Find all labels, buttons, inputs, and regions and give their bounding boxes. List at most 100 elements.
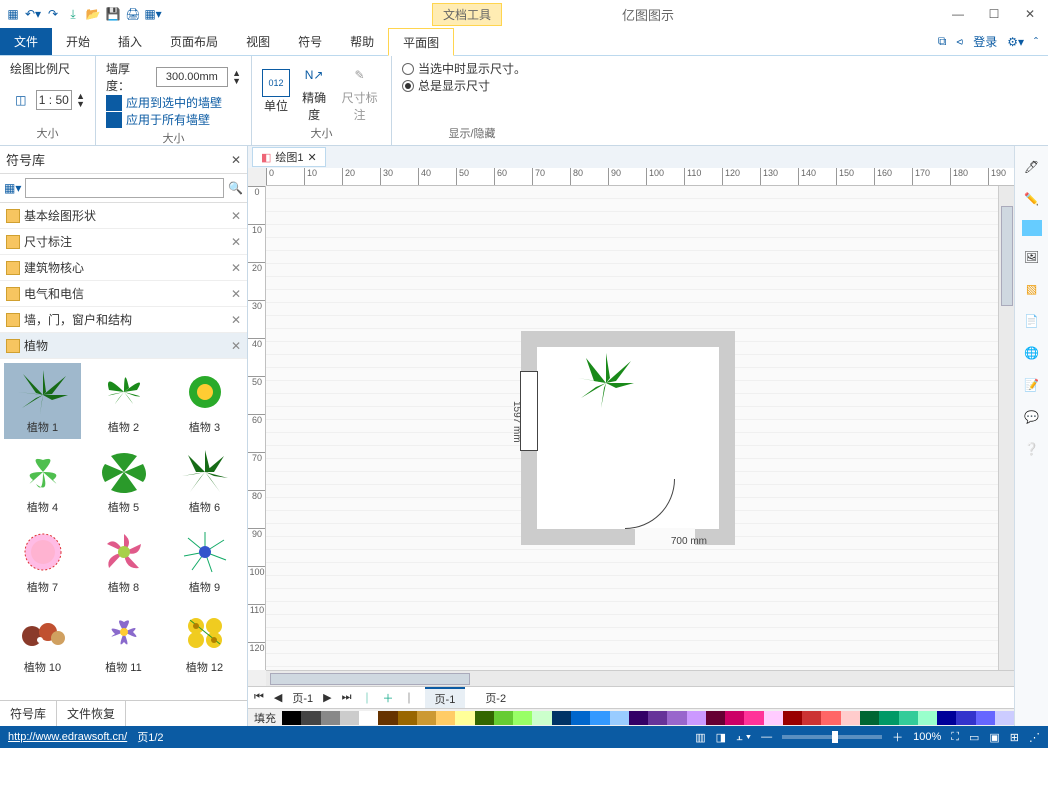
menu-tab-6[interactable]: 平面图 <box>388 28 454 56</box>
page-prev-icon[interactable]: ◀ <box>274 691 282 704</box>
scrollbar-vertical[interactable] <box>998 186 1014 670</box>
apply-selected-walls[interactable]: 应用到选中的墙壁 <box>106 94 241 111</box>
rail-theme-icon[interactable] <box>1022 220 1042 236</box>
view-mode-2-icon[interactable]: ◨ <box>716 731 726 744</box>
fit-page-icon[interactable]: ⛶ <box>951 731 959 744</box>
resize-grip-icon[interactable]: ⋰ <box>1029 731 1040 744</box>
plant-thumb[interactable]: 植物 10 <box>4 603 81 679</box>
apply-all-walls[interactable]: 应用于所有墙壁 <box>106 111 241 128</box>
scale-input[interactable]: 1 : 50 <box>36 90 73 110</box>
page-next-icon[interactable]: ▶ <box>323 691 331 704</box>
rail-edit-icon[interactable]: ✏️ <box>1021 188 1043 210</box>
radio-always-show[interactable]: 总是显示尺寸 <box>402 77 542 94</box>
login-link[interactable]: 登录 <box>973 33 997 50</box>
group1-title: 大小 <box>10 123 85 141</box>
rail-style-icon[interactable]: 🖊 <box>1021 156 1043 178</box>
scale-icon[interactable]: ◫ <box>10 86 32 114</box>
plant-thumb[interactable]: 植物 12 <box>166 603 243 679</box>
rail-layer-icon[interactable]: ▧ <box>1021 278 1043 300</box>
menu-tab-1[interactable]: 插入 <box>104 28 156 55</box>
sidebar-category[interactable]: 基本绘图形状✕ <box>0 203 247 229</box>
zoom-slider[interactable] <box>782 735 882 739</box>
scale-spinner[interactable]: ▲▼ <box>76 92 85 108</box>
qat-grid-icon[interactable]: ▦ <box>4 5 22 23</box>
wall-spinner[interactable]: ▲▼ <box>232 69 241 85</box>
sidebar-category[interactable]: 电气和电信✕ <box>0 281 247 307</box>
share-icon[interactable]: ⧉ <box>938 34 947 49</box>
sidebar-tab-recovery[interactable]: 文件恢复 <box>57 701 126 726</box>
unit-icon[interactable]: 012 <box>262 69 290 97</box>
sidebar-category[interactable]: 植物✕ <box>0 333 247 359</box>
precision-icon[interactable]: N↗ <box>300 61 328 89</box>
window-element[interactable] <box>520 371 538 451</box>
page-first-icon[interactable]: ⏮ <box>254 691 264 704</box>
status-url[interactable]: http://www.edrawsoft.cn/ <box>8 731 127 743</box>
menu-tab-0[interactable]: 开始 <box>52 28 104 55</box>
document-tab[interactable]: ◧ 绘图1 ✕ <box>252 147 326 167</box>
plant-on-canvas[interactable] <box>576 353 636 408</box>
search-icon[interactable]: 🔍 <box>228 181 243 195</box>
add-page-icon[interactable]: ＋ <box>383 690 394 706</box>
sidebar-category[interactable]: 墙，门，窗户和结构✕ <box>0 307 247 333</box>
rail-help-icon[interactable]: ❔ <box>1021 438 1043 460</box>
plant-thumb[interactable]: 植物 1 <box>4 363 81 439</box>
qat-redo-icon[interactable]: ↷ <box>44 5 62 23</box>
plant-thumb[interactable]: 植物 9 <box>166 523 243 599</box>
page-tab-2[interactable]: 页-2 <box>475 688 516 708</box>
plant-thumb[interactable]: 植物 4 <box>4 443 81 519</box>
canvas[interactable]: 700 mm 1597 mm <box>266 186 998 670</box>
search-input[interactable] <box>25 178 224 198</box>
sidebar-category[interactable]: 尺寸标注✕ <box>0 229 247 255</box>
zoom-in-icon[interactable]: ＋ <box>892 729 903 745</box>
qat-undo-icon[interactable]: ↶▾ <box>24 5 42 23</box>
radio-show-on-select[interactable]: 当选中时显示尺寸。 <box>402 60 542 77</box>
color-swatches[interactable] <box>282 711 1014 725</box>
menu-tab-4[interactable]: 符号 <box>284 28 336 55</box>
gear-icon[interactable]: ⚙▾ <box>1007 35 1024 49</box>
plant-thumb[interactable]: 植物 11 <box>85 603 162 679</box>
collapse-ribbon-icon[interactable]: ˆ <box>1034 35 1038 49</box>
plant-thumb[interactable]: 植物 5 <box>85 443 162 519</box>
qat-save-icon[interactable]: 💾 <box>104 5 122 23</box>
fit-selection-icon[interactable]: ▣ <box>989 731 999 744</box>
floorplan-room[interactable]: 700 mm 1597 mm <box>521 331 735 545</box>
qat-preview-icon[interactable]: ▦▾ <box>144 5 162 23</box>
menu-tab-2[interactable]: 页面布局 <box>156 28 232 55</box>
rail-picture-icon[interactable]: 🖼 <box>1021 246 1043 268</box>
qat-open-icon[interactable]: 📂 <box>84 5 102 23</box>
plant-thumb[interactable]: 植物 6 <box>166 443 243 519</box>
rail-comment-icon[interactable]: 💬 <box>1021 406 1043 428</box>
plant-thumb[interactable]: 植物 7 <box>4 523 81 599</box>
rail-globe-icon[interactable]: 🌐 <box>1021 342 1043 364</box>
plant-thumb[interactable]: 植物 8 <box>85 523 162 599</box>
ruler-horizontal: 0102030405060708090100110120130140150160… <box>266 168 1014 186</box>
maximize-icon[interactable]: ☐ <box>980 4 1008 24</box>
view-mode-3-icon[interactable]: ⫠ ▾ <box>736 731 751 744</box>
rail-doc-icon[interactable]: 📄 <box>1021 310 1043 332</box>
menu-tab-5[interactable]: 帮助 <box>336 28 388 55</box>
context-tab[interactable]: 文档工具 <box>432 3 502 26</box>
close-icon[interactable]: ✕ <box>1016 4 1044 24</box>
qat-print-icon[interactable]: 🖨 <box>124 5 142 23</box>
page-last-icon[interactable]: ⏭ <box>342 691 352 704</box>
qat-export-icon[interactable]: ⤓ <box>64 5 82 23</box>
fullscreen-icon[interactable]: ⊞ <box>1010 731 1019 744</box>
share2-icon[interactable]: ⪦ <box>956 34 963 49</box>
view-mode-1-icon[interactable]: ▥ <box>695 731 705 744</box>
fit-width-icon[interactable]: ▭ <box>969 731 979 744</box>
doc-tab-close-icon[interactable]: ✕ <box>308 151 317 164</box>
wall-thickness-input[interactable]: 300.00mm <box>156 67 228 87</box>
menu-tab-3[interactable]: 视图 <box>232 28 284 55</box>
plant-thumb[interactable]: 植物 2 <box>85 363 162 439</box>
sidebar-close-icon[interactable]: ✕ <box>231 153 241 167</box>
file-menu[interactable]: 文件 <box>0 28 52 55</box>
minimize-icon[interactable]: — <box>944 4 972 24</box>
rail-note-icon[interactable]: 📝 <box>1021 374 1043 396</box>
library-dropdown-icon[interactable]: ▦▾ <box>4 181 21 195</box>
page-tab-1[interactable]: 页-1 <box>425 687 466 709</box>
scrollbar-horizontal[interactable] <box>266 670 1014 686</box>
sidebar-tab-library[interactable]: 符号库 <box>0 701 57 726</box>
zoom-out-icon[interactable]: — <box>761 731 772 743</box>
sidebar-category[interactable]: 建筑物核心✕ <box>0 255 247 281</box>
plant-thumb[interactable]: 植物 3 <box>166 363 243 439</box>
